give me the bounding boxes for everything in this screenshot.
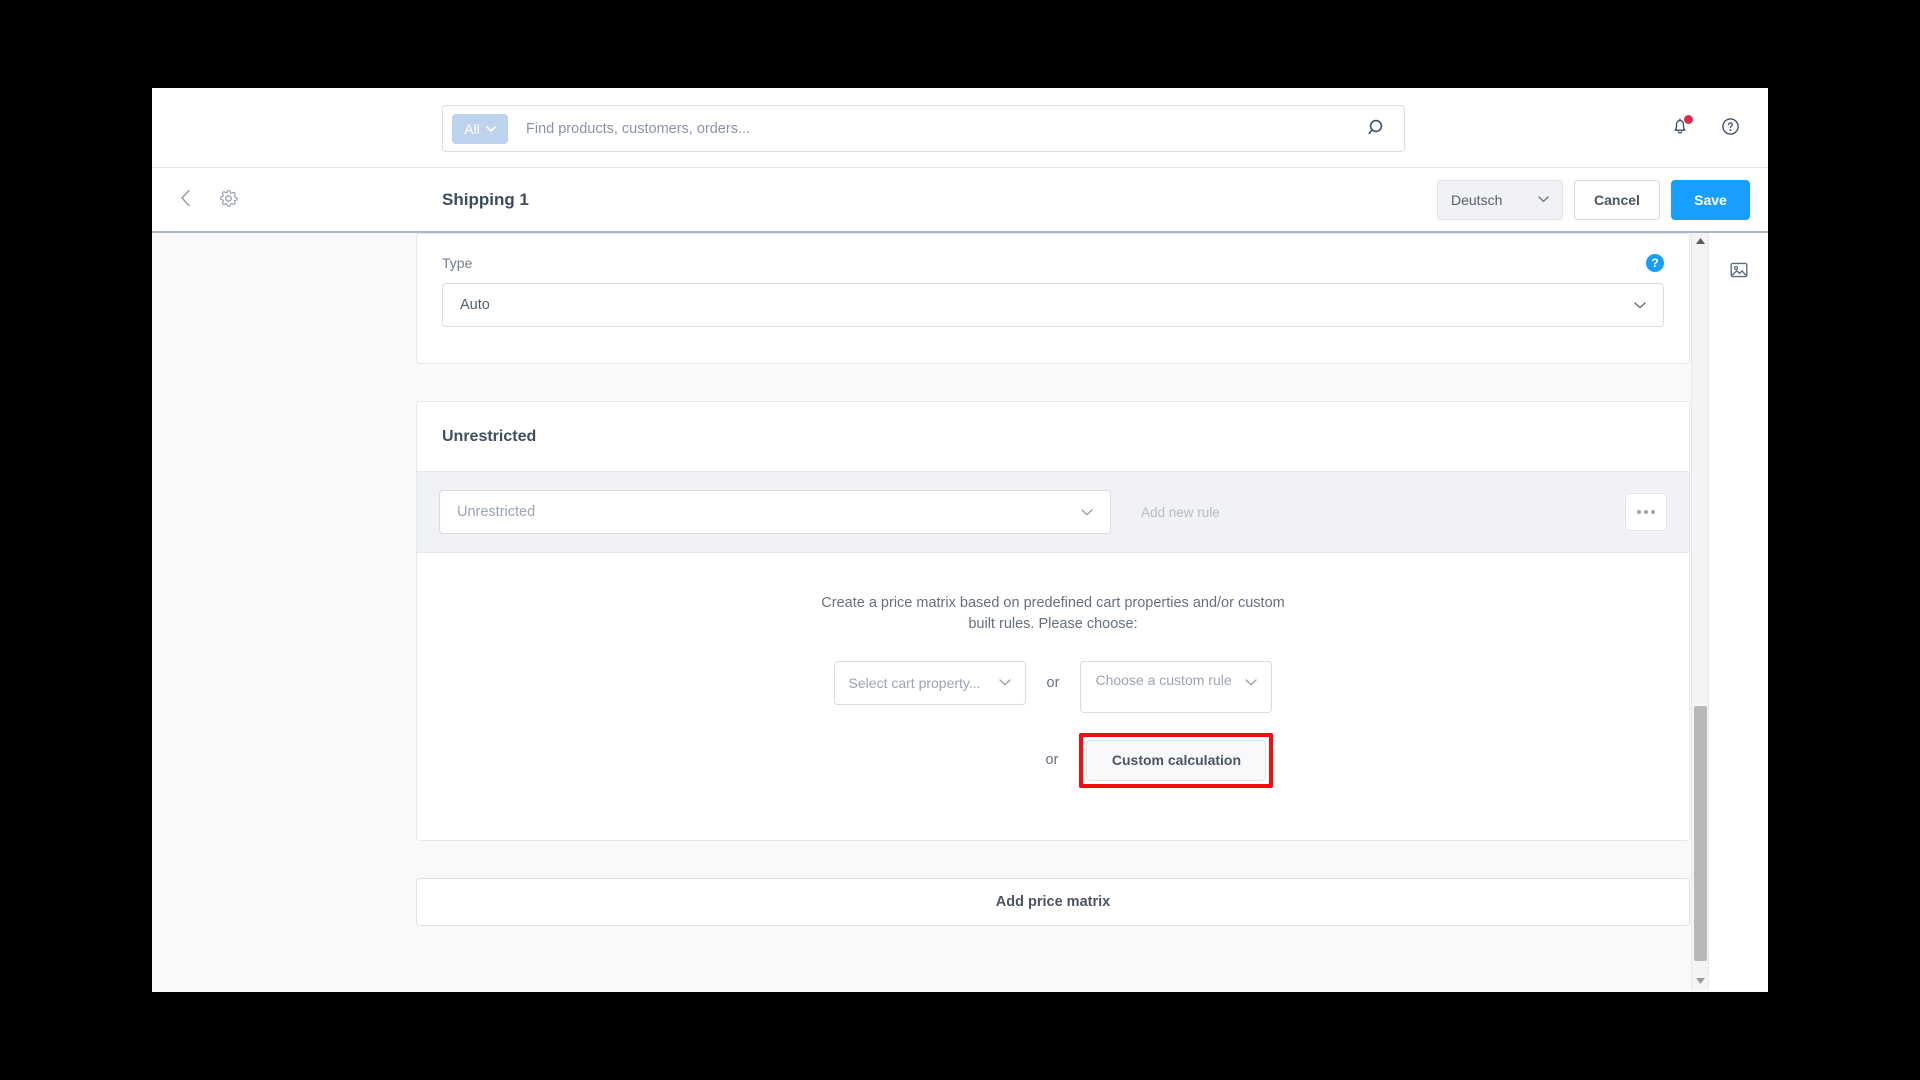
detail-sidebar [152,233,398,990]
global-search-bar: All [442,105,1405,152]
custom-rule-select[interactable]: Choose a custom rule [1080,660,1273,713]
custom-rule-select-value: Choose a custom rule [1095,671,1232,688]
utility-rail [1708,233,1768,990]
type-select[interactable]: Auto [442,283,1664,327]
chevron-down-icon [1081,508,1093,516]
search-scope-label: All [464,120,480,137]
content-scrollbar[interactable] [1691,233,1708,990]
question-circle-icon [1720,116,1741,140]
language-switch-value: Deutsch [1451,191,1503,208]
chevron-down-icon [1634,301,1646,309]
settings-button[interactable] [214,186,242,214]
availability-rule-value: Unrestricted [457,504,536,520]
or-separator-2: or [1045,752,1059,769]
type-field-label: Type [442,255,473,271]
app-window: All Find products, customers, orders... … [152,88,1768,992]
chevron-down-icon [1538,196,1549,203]
ellipsis-icon [1637,510,1655,514]
price-matrix-empty-state: Create a price matrix based on predefine… [417,553,1689,840]
price-matrix-description: Create a price matrix based on predefine… [821,595,1285,633]
image-icon [1728,259,1750,284]
type-field-header: Type ? [442,254,1664,272]
price-matrix-card-title: Unrestricted [442,428,537,445]
cart-property-select-value: Select cart property... [848,674,981,691]
type-select-value: Auto [460,297,490,313]
media-sidebar-button[interactable] [1725,257,1753,285]
gear-icon [219,189,238,211]
detail-content: Type ? Auto Unrestricted Unrestricted Ad… [398,233,1708,990]
rule-selection-row: Unrestricted Add new rule [417,471,1689,553]
global-topbar: All [152,88,1768,168]
rule-context-menu-button[interactable] [1625,493,1667,531]
search-submit-button[interactable] [1358,110,1396,148]
language-switch[interactable]: Deutsch [1437,179,1563,220]
chevron-down-icon [1245,679,1258,686]
help-button[interactable] [1716,114,1744,142]
add-price-matrix-button[interactable]: Add price matrix [416,877,1690,926]
help-question-icon[interactable]: ? [1646,254,1664,272]
page-title: Shipping 1 [442,189,529,209]
smart-bar-actions: Deutsch Cancel Save [1437,179,1750,220]
add-new-rule-button[interactable]: Add new rule [1125,492,1236,532]
caret-up-icon [1696,237,1705,246]
custom-calculation-button[interactable]: Custom calculation [1086,739,1267,781]
custom-calculation-highlight: Custom calculation [1079,732,1274,788]
smart-bar-left-actions [172,186,242,214]
search-input[interactable] [508,120,1358,137]
price-matrix-choice-row-1: Select cart property... or Choose a cust… [442,660,1664,713]
scroll-up-button[interactable] [1692,233,1708,250]
cancel-button[interactable]: Cancel [1574,179,1660,220]
notification-badge [1684,114,1693,124]
search-icon [1367,118,1387,140]
price-matrix-card: Unrestricted Unrestricted Add new rule C… [416,401,1690,841]
content-region: Type ? Auto Unrestricted Unrestricted Ad… [152,233,1768,990]
notifications-button[interactable] [1666,114,1694,142]
scrollbar-thumb[interactable] [1694,706,1707,961]
shipping-type-card: Type ? Auto [416,233,1690,364]
card-stack: Type ? Auto Unrestricted Unrestricted Ad… [398,233,1708,956]
cart-property-select[interactable]: Select cart property... [833,660,1026,705]
chevron-left-icon [180,189,192,210]
search-scope-selector[interactable]: All [452,113,508,144]
scroll-down-button[interactable] [1692,973,1708,990]
caret-down-icon [1696,977,1705,986]
price-matrix-choice-row-2: or Custom calculation [442,732,1664,788]
chevron-down-icon [998,679,1011,686]
save-button[interactable]: Save [1671,179,1750,220]
or-separator-1: or [1046,674,1060,691]
chevron-down-icon [485,125,496,132]
availability-rule-select[interactable]: Unrestricted [439,490,1111,534]
topbar-actions [1666,88,1744,167]
smart-bar: Shipping 1 Deutsch Cancel Save [152,168,1768,233]
back-button[interactable] [172,186,200,214]
